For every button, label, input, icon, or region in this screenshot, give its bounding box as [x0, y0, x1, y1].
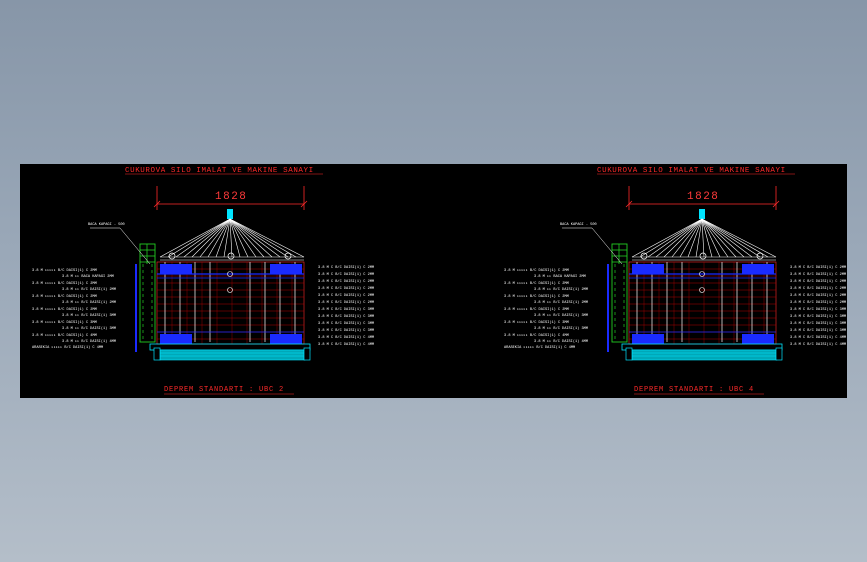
earthquake-standard: DEPREM STANDARTI : UBC 2: [164, 386, 284, 394]
silo-drawing-ubc2: CUKUROVA SILO IMALAT VE MAKINE SANAYI 18…: [31, 167, 376, 395]
cad-drawing-sheet: BACA KAPAGI - 500 3.8 M ▸▸▸▸▸ B/C DAISI(…: [20, 164, 847, 398]
diameter-dimension: 1828: [215, 191, 247, 203]
earthquake-standard: DEPREM STANDARTI : UBC 4: [634, 386, 754, 394]
silo-drawing-ubc4: CUKUROVA SILO IMALAT VE MAKINE SANAYI 18…: [503, 167, 847, 395]
diameter-dimension: 1828: [687, 191, 719, 203]
